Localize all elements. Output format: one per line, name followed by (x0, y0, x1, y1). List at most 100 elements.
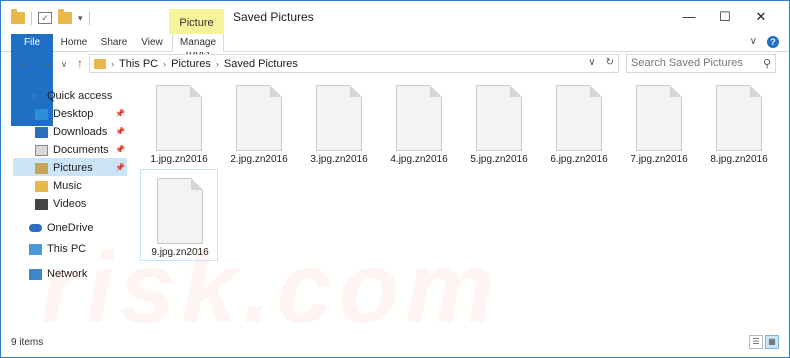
maximize-button[interactable]: ☐ (707, 7, 743, 27)
file-icon (716, 85, 762, 151)
pin-icon[interactable]: 📌 (115, 145, 125, 154)
file-name: 1.jpg.zn2016 (150, 154, 208, 165)
breadcrumb-saved-pictures[interactable]: Saved Pictures (224, 58, 298, 70)
sidebar-item-label: Pictures (53, 162, 93, 174)
navigation-bar: ← → ∨ ↑ › This PC › Pictures › Saved Pic… (1, 53, 789, 75)
file-item[interactable]: 7.jpg.zn2016 (620, 77, 698, 169)
title-bar: ✓ ▾ Picture Tools Saved Pictures — ☐ ✕ (1, 1, 789, 58)
view-switcher: ☰ ▦ (749, 335, 779, 349)
document-icon (35, 144, 48, 156)
search-placeholder: Search Saved Pictures (631, 57, 743, 69)
file-item[interactable]: 6.jpg.zn2016 (540, 77, 618, 169)
forward-arrow-icon[interactable]: → (39, 56, 53, 70)
file-icon (636, 85, 682, 151)
sidebar-item-downloads[interactable]: Downloads (35, 123, 107, 141)
sidebar-item-videos[interactable]: Videos (35, 195, 86, 213)
pictures-icon (35, 162, 48, 174)
help-icon[interactable]: ? (767, 36, 779, 48)
sidebar-item-documents[interactable]: Documents (35, 141, 109, 159)
status-bar: 9 items ☰ ▦ (1, 333, 789, 357)
file-item[interactable]: 1.jpg.zn2016 (140, 77, 218, 169)
sidebar-item-this-pc[interactable]: This PC (29, 240, 86, 258)
picture-tools-label: Picture Tools (169, 9, 224, 58)
file-icon (556, 85, 602, 151)
breadcrumb-this-pc[interactable]: This PC (119, 58, 158, 70)
file-name: 8.jpg.zn2016 (710, 154, 768, 165)
chevron-right-icon: › (163, 58, 167, 69)
toolbar-divider (31, 11, 32, 25)
folder-icon[interactable] (11, 9, 25, 24)
close-button[interactable]: ✕ (743, 7, 779, 27)
file-name: 9.jpg.zn2016 (151, 247, 209, 258)
item-count: 9 items (11, 337, 44, 348)
file-item[interactable]: 3.jpg.zn2016 (300, 77, 378, 169)
chevron-right-icon: › (111, 58, 114, 69)
sidebar-item-label: Music (53, 180, 82, 192)
window-title: Saved Pictures (233, 10, 314, 24)
file-icon (476, 85, 522, 151)
address-dropdown-icon[interactable]: ∨ (588, 57, 595, 68)
file-name: 2.jpg.zn2016 (230, 154, 288, 165)
search-input[interactable]: Search Saved Pictures ⚲ (626, 54, 776, 73)
cloud-icon (29, 224, 42, 232)
pin-icon[interactable]: 📌 (115, 163, 125, 172)
recent-locations-icon[interactable]: ∨ (57, 59, 71, 70)
sidebar-item-label: Desktop (53, 108, 94, 120)
sidebar-item-label: This PC (47, 243, 87, 255)
search-icon[interactable]: ⚲ (763, 56, 771, 73)
folder-icon (94, 58, 106, 69)
file-item[interactable]: 2.jpg.zn2016 (220, 77, 298, 169)
sidebar-item-label: Videos (53, 198, 87, 210)
video-icon (35, 198, 48, 210)
sidebar-item-label: Documents (53, 144, 109, 156)
window-controls: — ☐ ✕ (671, 7, 779, 27)
sidebar-item-network[interactable]: Network (29, 265, 87, 283)
file-item[interactable]: 8.jpg.zn2016 (700, 77, 778, 169)
chevron-right-icon: › (215, 58, 219, 69)
expand-ribbon-icon[interactable]: ∨ (750, 36, 757, 48)
sidebar-item-quick-access[interactable]: ★ Quick access (29, 87, 112, 105)
sidebar-item-onedrive[interactable]: OneDrive (29, 219, 93, 237)
star-icon: ★ (29, 88, 40, 103)
sidebar-item-label: Downloads (53, 126, 108, 138)
file-icon (396, 85, 442, 151)
file-item[interactable]: 5.jpg.zn2016 (460, 77, 538, 169)
tab-home[interactable]: Home (56, 34, 92, 52)
pin-icon[interactable]: 📌 (115, 109, 125, 118)
minimize-button[interactable]: — (671, 7, 707, 27)
up-arrow-icon[interactable]: ↑ (73, 56, 87, 70)
tab-view[interactable]: View (136, 34, 168, 52)
file-name: 6.jpg.zn2016 (550, 154, 608, 165)
desktop-icon (35, 108, 48, 120)
sidebar-item-music[interactable]: Music (35, 177, 82, 195)
ribbon-tabs: File Home Share View Manage ∨ ? (1, 34, 789, 126)
file-view: 1.jpg.zn2016 2.jpg.zn2016 3.jpg.zn2016 4… (136, 75, 786, 331)
file-icon (157, 178, 203, 244)
toolbar-divider (88, 11, 90, 25)
pin-icon[interactable]: 📌 (115, 127, 125, 136)
back-arrow-icon[interactable]: ← (17, 56, 31, 70)
computer-icon (29, 243, 42, 255)
navigation-pane: ★ Quick access Desktop 📌 Downloads 📌 Doc… (1, 83, 129, 333)
explorer-window: ✓ ▾ Picture Tools Saved Pictures — ☐ ✕ F… (0, 0, 790, 358)
sidebar-item-pictures[interactable]: Pictures (35, 159, 93, 177)
new-folder-icon[interactable] (58, 9, 72, 24)
file-icon (316, 85, 362, 151)
file-icon (236, 85, 282, 151)
network-icon (29, 268, 42, 280)
tab-share[interactable]: Share (96, 34, 132, 52)
quick-access-toolbar: ✓ ▾ (11, 9, 90, 25)
properties-icon[interactable]: ✓ (38, 12, 52, 24)
address-bar[interactable]: › This PC › Pictures › Saved Pictures ∨ … (89, 54, 619, 73)
file-item[interactable]: 4.jpg.zn2016 (380, 77, 458, 169)
customize-toolbar-icon[interactable]: ▾ (78, 13, 83, 24)
file-name: 7.jpg.zn2016 (630, 154, 688, 165)
music-icon (35, 180, 48, 192)
file-item[interactable]: 9.jpg.zn2016 (140, 169, 218, 261)
sidebar-item-desktop[interactable]: Desktop (35, 105, 93, 123)
breadcrumb-pictures[interactable]: Pictures (171, 58, 211, 70)
large-icons-view-icon[interactable]: ▦ (765, 335, 779, 349)
refresh-icon[interactable]: ↻ (606, 57, 614, 68)
tab-manage[interactable]: Manage (172, 34, 224, 52)
details-view-icon[interactable]: ☰ (749, 335, 763, 349)
